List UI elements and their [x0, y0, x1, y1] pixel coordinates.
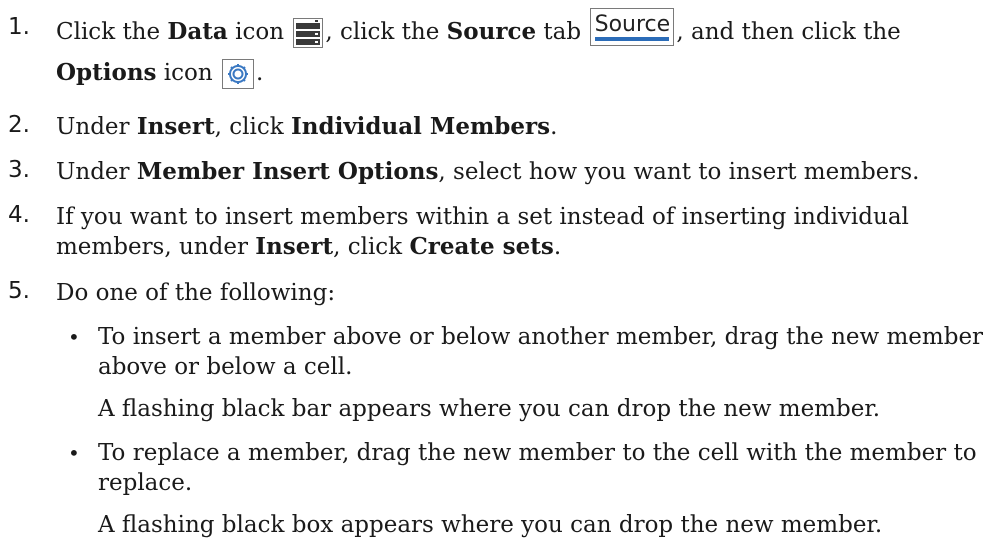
step-3-line: Under Member Insert Options, select how …: [56, 158, 920, 185]
tab-underline: [595, 37, 670, 41]
bullet-1-line-1: To insert a member above or below anothe…: [98, 324, 984, 350]
source-label: Source: [446, 18, 537, 45]
step-5-line: Do one of the following:: [56, 280, 336, 306]
options-gear-icon: [222, 59, 255, 89]
options-label: Options: [56, 59, 157, 86]
step-number: 2.: [8, 112, 30, 138]
step-number: 4.: [8, 202, 30, 228]
bullet-2-line-1: To replace a member, drag the new member…: [98, 440, 977, 466]
step-4-line-1: If you want to insert members within a s…: [56, 204, 909, 230]
step-1-line-2: Options icon .: [56, 58, 263, 89]
step-number: 1.: [8, 14, 30, 40]
data-icon: [293, 18, 324, 48]
step-2-line: Under Insert, click Individual Members.: [56, 113, 558, 140]
step-4-line-2: members, under Insert, click Create sets…: [56, 233, 562, 260]
step-1-line-1: Click the Data icon , click the Source t…: [56, 8, 901, 52]
bullet-1-line-2: above or below a cell.: [98, 354, 353, 380]
source-tab-label: Source: [594, 12, 671, 37]
bullet-2-result: A flashing black box appears where you c…: [98, 512, 883, 538]
bullet-marker: •: [68, 441, 80, 465]
bullet-1-result: A flashing black bar appears where you c…: [98, 396, 881, 422]
step-number: 5.: [8, 278, 30, 304]
step-number: 3.: [8, 157, 30, 183]
bullet-marker: •: [68, 325, 80, 349]
bullet-2-line-2: replace.: [98, 470, 193, 496]
data-label: Data: [167, 18, 228, 45]
source-tab-icon: Source: [590, 8, 675, 46]
